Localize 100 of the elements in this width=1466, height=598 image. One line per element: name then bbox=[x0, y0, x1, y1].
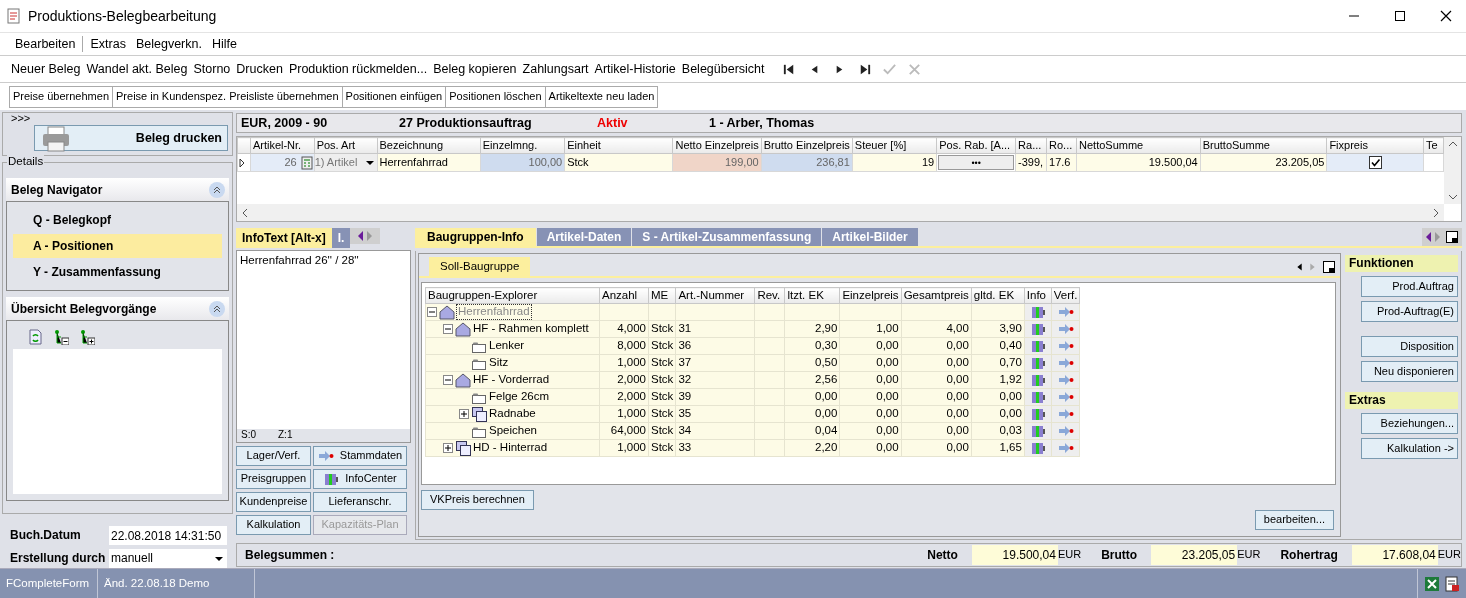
column-header[interactable]: Rev. bbox=[754, 287, 785, 304]
column-header[interactable]: Te bbox=[1423, 137, 1444, 154]
column-header[interactable]: Pos. Art bbox=[314, 137, 377, 154]
restore-icon[interactable] bbox=[1445, 230, 1459, 244]
scrollbar[interactable] bbox=[237, 204, 1444, 221]
battery-icon[interactable] bbox=[1029, 440, 1046, 456]
spreadsheet-icon[interactable] bbox=[1424, 575, 1440, 592]
column-header[interactable]: Einzelmng. bbox=[480, 137, 565, 154]
side-button[interactable]: Kalkulation bbox=[236, 515, 311, 535]
column-header[interactable]: Artikel-Nr. bbox=[250, 137, 315, 154]
tree-item[interactable]: Lenker bbox=[489, 339, 525, 353]
column-header[interactable]: Baugruppen-Explorer bbox=[425, 287, 600, 304]
toolbar-button[interactable]: Drucken bbox=[233, 61, 286, 77]
scroll-left-icon[interactable] bbox=[241, 207, 249, 218]
function-button[interactable]: Prod-Auftrag(E) bbox=[1361, 301, 1458, 322]
column-header[interactable]: Netto Einzelpreis bbox=[673, 137, 762, 154]
toolbar-button[interactable]: Produktion rückmelden... bbox=[285, 61, 431, 77]
side-button[interactable]: InfoCenter bbox=[313, 469, 407, 489]
dropdown[interactable]: manuell bbox=[109, 549, 227, 568]
close-icon[interactable] bbox=[1440, 10, 1452, 22]
side-button[interactable]: Lieferanschr. bbox=[313, 492, 407, 512]
column-header[interactable]: Ro... bbox=[1046, 137, 1077, 154]
toolbar-button[interactable]: Wandel akt. Beleg bbox=[83, 61, 191, 77]
side-button[interactable]: Stammdaten bbox=[313, 446, 407, 466]
action-button[interactable]: Positionen löschen bbox=[445, 86, 546, 108]
battery-icon[interactable] bbox=[1029, 338, 1046, 354]
toolbar-button[interactable]: Artikel-Historie bbox=[591, 61, 679, 77]
refresh-icon[interactable] bbox=[27, 329, 43, 346]
tab[interactable]: Soll-Baugruppe bbox=[429, 257, 531, 276]
collapse-icon[interactable] bbox=[209, 181, 225, 198]
action-button[interactable]: Artikeltexte neu laden bbox=[544, 86, 659, 108]
battery-icon[interactable] bbox=[1029, 406, 1046, 422]
action-button[interactable]: Preise übernehmen bbox=[9, 86, 113, 108]
function-button[interactable]: Kalkulation -> bbox=[1361, 438, 1458, 459]
column-header[interactable]: ltzt. EK bbox=[784, 287, 840, 304]
arrow-icon[interactable] bbox=[1057, 372, 1074, 388]
battery-icon[interactable] bbox=[1029, 423, 1046, 439]
menu-item[interactable]: Hilfe bbox=[206, 36, 242, 52]
side-button[interactable]: Lager/Verf. bbox=[236, 446, 311, 466]
tab[interactable]: Baugruppen-Info bbox=[415, 228, 536, 246]
toolbar-button[interactable]: Beleg kopieren bbox=[430, 61, 520, 77]
expand-icon[interactable] bbox=[459, 409, 469, 419]
column-header[interactable]: Einheit bbox=[564, 137, 673, 154]
calc-button[interactable]: VKPreis berechnen bbox=[421, 490, 534, 510]
collapse-icon[interactable] bbox=[443, 375, 453, 385]
column-header[interactable]: Brutto Einzelpreis bbox=[761, 137, 853, 154]
column-header[interactable]: Einzelpreis bbox=[839, 287, 902, 304]
checkbox[interactable] bbox=[1368, 156, 1382, 169]
restore-icon[interactable] bbox=[1322, 260, 1336, 274]
ellipsis-button[interactable]: ••• bbox=[938, 155, 1015, 170]
expander-link[interactable]: >>> bbox=[3, 113, 31, 123]
menu-item[interactable]: Bearbeiten bbox=[10, 36, 81, 52]
column-header[interactable]: Gesamtpreis bbox=[901, 287, 972, 304]
column-header[interactable]: ME bbox=[648, 287, 676, 304]
menu-item[interactable]: Extras bbox=[85, 36, 131, 52]
battery-icon[interactable] bbox=[1029, 321, 1046, 337]
column-header[interactable]: Fixpreis bbox=[1326, 137, 1424, 154]
collapse-icon[interactable] bbox=[427, 307, 437, 317]
tree-collapse-icon[interactable] bbox=[53, 329, 69, 346]
scroll-right-icon[interactable] bbox=[1432, 207, 1440, 218]
column-header[interactable]: Anzahl bbox=[599, 287, 649, 304]
edit-button[interactable]: bearbeiten... bbox=[1254, 510, 1334, 530]
navigator-item[interactable]: A - Positionen bbox=[13, 234, 222, 259]
date-field[interactable]: 22.08.2018 14:31:50 bbox=[109, 526, 227, 545]
tree-item[interactable]: Sitz bbox=[489, 356, 509, 370]
battery-icon[interactable] bbox=[1029, 389, 1046, 405]
toolbar-button[interactable]: Storno bbox=[190, 61, 234, 77]
toolbar-button[interactable]: Belegübersicht bbox=[678, 61, 768, 77]
tab[interactable]: InfoText [Alt-x] bbox=[236, 228, 332, 248]
column-header[interactable]: BruttoSumme bbox=[1200, 137, 1327, 154]
print-button[interactable]: Beleg drucken bbox=[34, 125, 228, 151]
function-button[interactable]: Beziehungen... bbox=[1361, 413, 1458, 434]
collapse-icon[interactable] bbox=[443, 324, 453, 334]
document-icon[interactable] bbox=[1444, 575, 1460, 592]
scroll-up-icon[interactable] bbox=[1447, 140, 1458, 148]
collapse-icon[interactable] bbox=[209, 300, 225, 317]
navigator-item[interactable]: Q - Belegkopf bbox=[13, 208, 222, 233]
text-area[interactable]: Herrenfahrrad 26'' / 28'' bbox=[237, 251, 410, 429]
function-button[interactable]: Prod.Auftrag bbox=[1361, 276, 1458, 297]
action-button[interactable]: Positionen einfügen bbox=[341, 86, 447, 108]
arrow-icon[interactable] bbox=[1057, 406, 1074, 422]
tab-arrows-icon[interactable] bbox=[350, 228, 381, 244]
maximize-icon[interactable] bbox=[1394, 10, 1406, 22]
column-header[interactable]: Art.-Nummer bbox=[675, 287, 755, 304]
column-header[interactable]: Verf. bbox=[1051, 287, 1080, 304]
arrow-icon[interactable] bbox=[1057, 423, 1074, 439]
action-button[interactable]: Preise in Kundenspez. Preisliste übernehmen bbox=[112, 86, 343, 108]
menu-item[interactable]: Belegverkn. bbox=[130, 36, 207, 52]
arrow-icon[interactable] bbox=[1057, 338, 1074, 354]
side-button[interactable]: Kundenpreise bbox=[236, 492, 311, 512]
side-button[interactable]: Preisgruppen bbox=[236, 469, 311, 489]
tree-expand-icon[interactable] bbox=[79, 329, 95, 346]
arrow-icon[interactable] bbox=[1057, 321, 1074, 337]
battery-icon[interactable] bbox=[1029, 304, 1046, 320]
battery-icon[interactable] bbox=[1029, 372, 1046, 388]
tab-arrows-icon[interactable] bbox=[1425, 229, 1441, 245]
column-header[interactable]: Bezeichnung bbox=[377, 137, 481, 154]
function-button[interactable]: Disposition bbox=[1361, 336, 1458, 357]
column-header[interactable]: Ra... bbox=[1015, 137, 1047, 154]
toolbar-button[interactable]: Neuer Beleg bbox=[8, 61, 84, 77]
